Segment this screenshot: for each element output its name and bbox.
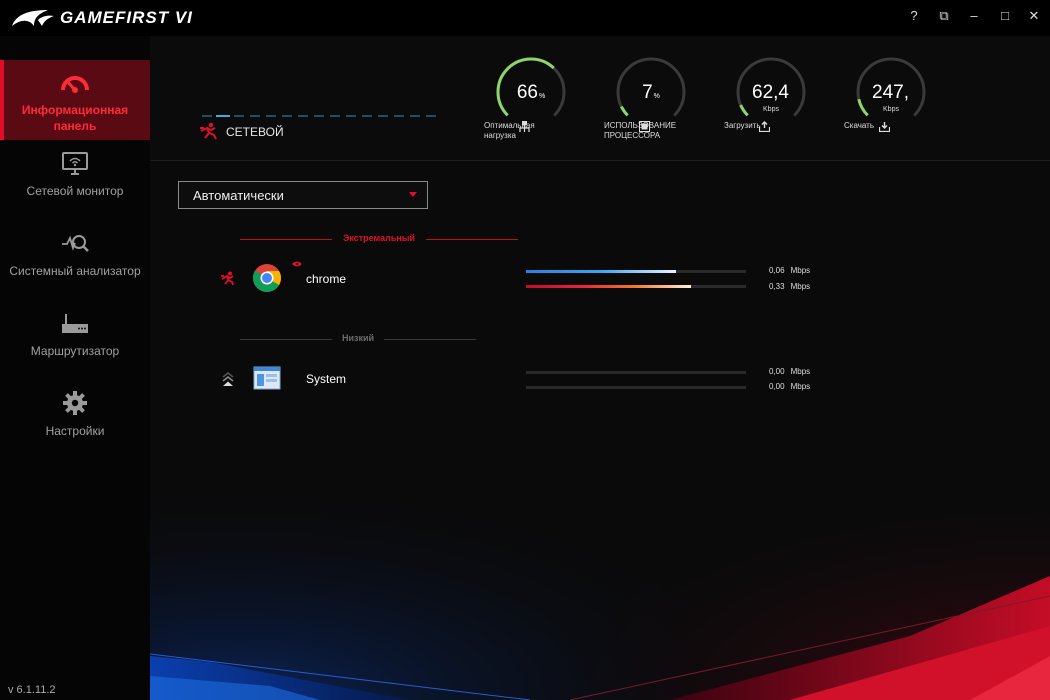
gauge-value: 247,: [872, 82, 909, 103]
network-runner-icon: [200, 122, 217, 140]
eye-icon: [292, 261, 302, 267]
sidebar-item-label: Настройки: [45, 424, 105, 438]
sidebar-item-network-monitor[interactable]: Сетевой монитор: [0, 140, 150, 220]
title-bar: GAMEFIRST VI ? ⧉ – □ ✕: [0, 0, 1050, 36]
mode-dropdown-value: Автоматически: [193, 188, 284, 203]
app-title: GAMEFIRST VI: [60, 8, 193, 27]
gauge-caption: Скачать: [844, 121, 964, 132]
network-activity-indicator: [202, 115, 438, 117]
download-rate: 0,33 Mbps: [769, 282, 811, 291]
settings-gear-icon: [63, 391, 87, 415]
sidebar-item-system-analyzer[interactable]: Системный анализатор: [0, 220, 150, 300]
upload-rate: 0,00 Mbps: [769, 367, 811, 376]
sidebar-item-label: Информационная панель: [21, 103, 129, 133]
mode-dropdown[interactable]: Автоматически: [178, 181, 428, 209]
gauge-cpu-usage: 7% ИСПОЛЬЗОВАНИЕ ПРОЦЕССОРА: [580, 56, 720, 156]
upload-icon: [759, 121, 770, 132]
system-analyzer-icon: [62, 235, 89, 252]
app-row-system[interactable]: System 0,00 Mbps 0,00 Mbps: [210, 361, 830, 401]
upload-rate: 0,06 Mbps: [769, 266, 811, 275]
app-version: v 6.1.11.2: [8, 684, 56, 696]
dashboard-gauge-icon: [61, 76, 89, 93]
upload-bar: [526, 371, 746, 374]
main-panel: СЕТЕВОЙ 66% Оптимальная нагрузка 7% ИСПО…: [150, 36, 1050, 700]
sidebar: Информационная панель Сетевой монитор Си…: [0, 36, 150, 700]
upload-bar: [526, 270, 746, 273]
close-button[interactable]: ✕: [1023, 8, 1045, 26]
gauge-value: 66%: [516, 82, 546, 103]
group-header-low: Низкий: [240, 333, 478, 347]
gauge-value: 62,4: [752, 82, 789, 103]
gauge-upload: 62,4 Kbps Загрузить: [700, 56, 840, 156]
group-label: Низкий: [341, 333, 375, 343]
download-bar: [526, 285, 746, 288]
network-monitor-icon: [62, 152, 88, 175]
gauge-optimal-load: 66% Оптимальная нагрузка: [460, 56, 600, 156]
sidebar-item-label: Системный анализатор: [9, 264, 141, 278]
download-icon: [879, 122, 890, 132]
gauge-value: 7%: [642, 82, 660, 103]
help-button[interactable]: ?: [903, 8, 925, 26]
cpu-icon: [639, 121, 650, 132]
download-bar: [526, 386, 746, 389]
chrome-icon: [252, 264, 281, 292]
sidebar-item-settings[interactable]: Настройки: [0, 380, 150, 460]
sidebar-item-label: Сетевой монитор: [26, 184, 124, 198]
router-icon: [62, 314, 88, 333]
sidebar-item-router[interactable]: Маршрутизатор: [0, 300, 150, 380]
gauge-download: 247, Kbps Скачать: [820, 56, 960, 156]
chevron-down-icon: [409, 192, 417, 197]
sidebar-item-dashboard[interactable]: Информационная панель: [0, 60, 150, 140]
network-label: СЕТЕВОЙ: [226, 125, 284, 139]
priority-low-icon[interactable]: [220, 371, 236, 387]
download-rate: 0,00 Mbps: [769, 382, 811, 391]
priority-extreme-icon[interactable]: [220, 271, 236, 287]
system-window-icon: [253, 366, 281, 390]
pip-button[interactable]: ⧉: [933, 8, 955, 26]
stats-header: СЕТЕВОЙ 66% Оптимальная нагрузка 7% ИСПО…: [150, 36, 1050, 161]
app-name: chrome: [306, 272, 347, 286]
gauge-unit: Kbps: [883, 106, 899, 113]
optimal-load-icon: [519, 121, 530, 132]
gauge-unit: Kbps: [763, 106, 779, 113]
maximize-button[interactable]: □: [994, 8, 1016, 26]
app-name: System: [306, 372, 347, 386]
rog-logo-icon: [12, 10, 54, 26]
sidebar-item-label: Маршрутизатор: [30, 344, 120, 358]
group-header-extreme: Экстремальный: [240, 233, 520, 247]
app-row-chrome[interactable]: chrome 0,06 Mbps 0,33 Mbps: [210, 261, 830, 301]
group-label: Экстремальный: [342, 233, 416, 243]
minimize-button[interactable]: –: [963, 8, 985, 26]
